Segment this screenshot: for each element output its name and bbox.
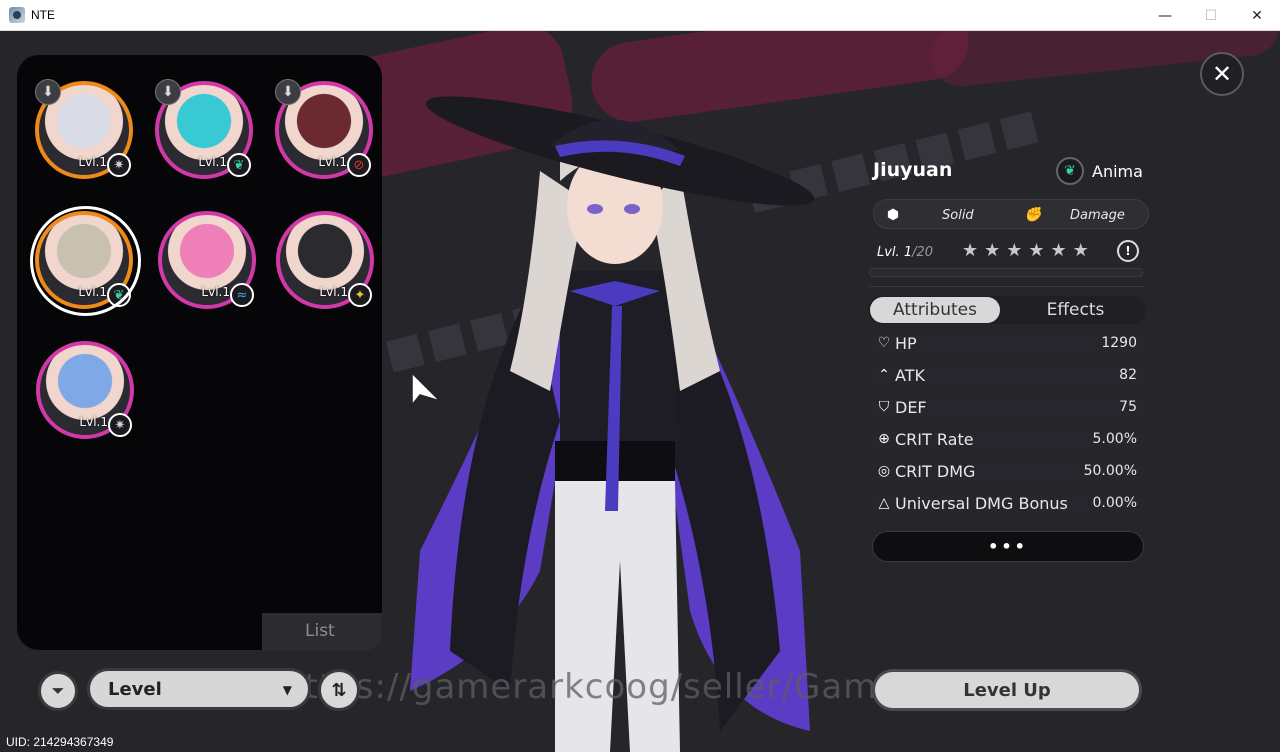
stat-row: △ Universal DMG Bonus 0.00% (869, 489, 1145, 517)
stat-row: ⛉ DEF 75 (869, 393, 1145, 421)
tab-attributes[interactable]: Attributes (870, 297, 1000, 323)
game-window: NTE — ☐ ✕ ▪▪▪▪▪▪▪ ▪▪▪▪▪ List Lvl.1 ✷ ⬇ L… (0, 0, 1280, 752)
game-viewport: ▪▪▪▪▪▪▪ ▪▪▪▪▪ List Lvl.1 ✷ ⬇ Lvl.1 ❦ ⬇ L… (0, 31, 1280, 752)
more-button[interactable]: ••• (872, 531, 1144, 562)
watermark-text: https://gamerarkcoog/seller/GameNe (282, 667, 948, 707)
stat-row: ◎ CRIT DMG 50.00% (869, 457, 1145, 485)
avatar-level: Lvl.1 (319, 285, 348, 299)
avatar-level: Lvl.1 (318, 155, 347, 169)
element-badge: ❦ Anima (1056, 157, 1143, 185)
level-current: Lvl. 1 (877, 245, 913, 260)
app-icon (9, 7, 25, 23)
role-tags: ⬢ Solid ✊ Damage (873, 199, 1149, 229)
divider (869, 286, 1143, 287)
sort-order-button[interactable]: ⇅ (318, 669, 360, 711)
avatar-level: Lvl.1 (201, 285, 230, 299)
info-tabs: Attributes Effects (868, 296, 1146, 324)
sort-dropdown[interactable]: Level ▼ (87, 668, 311, 710)
gear-icon: ✷ (108, 413, 132, 437)
stat-value: 50.00% (1083, 463, 1137, 479)
stat-row: ⊕ CRIT Rate 5.00% (869, 425, 1145, 453)
sort-dropdown-value: Level (108, 678, 162, 700)
filter-button[interactable]: ⏷ (38, 671, 78, 711)
stat-name: CRIT DMG (895, 461, 976, 481)
avatar-level: Lvl.1 (79, 415, 108, 429)
cancel-icon: ⊘ (347, 153, 371, 177)
stat-icon: △ (878, 495, 890, 511)
download-icon: ⬇ (35, 79, 61, 105)
stat-value: 75 (1119, 399, 1137, 415)
cube-icon: ⬢ (886, 207, 900, 223)
info-icon[interactable]: ! (1117, 240, 1139, 262)
level-max: /20 (912, 245, 934, 260)
chevron-down-icon: ▼ (282, 683, 292, 697)
stat-icon: ◎ (877, 463, 891, 479)
stat-icon: ⊕ (878, 431, 890, 447)
level-indicator: Lvl. 1/20 (877, 245, 933, 260)
ascension-stars: ★★★★★★ (962, 240, 1095, 261)
stat-icon: ⌃ (878, 367, 890, 383)
tag-label: Solid (942, 207, 974, 223)
wave-icon: ≈ (230, 283, 254, 307)
download-icon: ⬇ (155, 79, 181, 105)
stat-name: HP (895, 333, 917, 353)
element-label: Anima (1092, 161, 1143, 181)
stat-value: 0.00% (1092, 495, 1137, 511)
maximize-button[interactable]: ☐ (1188, 0, 1234, 31)
list-tab-label: List (305, 621, 335, 641)
fist-icon: ✊ (1024, 207, 1042, 223)
avatar-level: Lvl.1 (198, 155, 227, 169)
tab-effects[interactable]: Effects (1008, 297, 1143, 323)
stat-name: Universal DMG Bonus (895, 493, 1068, 513)
stat-name: CRIT Rate (895, 429, 974, 449)
selected-indicator (30, 206, 141, 316)
avatar-level: Lvl.1 (78, 155, 107, 169)
stat-row: ⌃ ATK 82 (869, 361, 1145, 389)
tag-damage: ✊ Damage (1022, 200, 1125, 230)
character-model (410, 96, 815, 752)
stat-name: DEF (895, 397, 927, 417)
sort-icon: ⇅ (331, 679, 347, 701)
stat-icon: ⛉ (878, 399, 890, 415)
anima-icon: ❦ (227, 153, 251, 177)
cursor-icon (411, 371, 441, 408)
close-window-button[interactable]: ✕ (1234, 0, 1280, 31)
tag-solid: ⬢ Solid (882, 200, 974, 230)
minimize-button[interactable]: — (1142, 0, 1188, 31)
character-name: Jiuyuan (873, 159, 953, 181)
stat-row: ♡ HP 1290 (869, 329, 1145, 357)
download-icon: ⬇ (275, 79, 301, 105)
close-icon[interactable]: ✕ (1200, 52, 1244, 96)
stat-icon: ♡ (877, 335, 891, 351)
filter-icon: ⏷ (51, 681, 65, 700)
tag-label: Damage (1070, 207, 1125, 223)
window-title: NTE (31, 8, 55, 22)
anima-icon: ❦ (1056, 157, 1084, 185)
xp-bar (869, 268, 1143, 277)
stat-value: 1290 (1101, 335, 1137, 351)
stat-name: ATK (895, 365, 925, 385)
stat-value: 82 (1119, 367, 1137, 383)
uid-label: UID: 214294367349 (6, 735, 114, 749)
title-bar: NTE — ☐ ✕ (0, 0, 1280, 31)
gear-icon: ✷ (107, 153, 131, 177)
star-icon: ✦ (348, 283, 372, 307)
level-up-button[interactable]: Level Up (872, 669, 1142, 711)
stat-value: 5.00% (1092, 431, 1137, 447)
